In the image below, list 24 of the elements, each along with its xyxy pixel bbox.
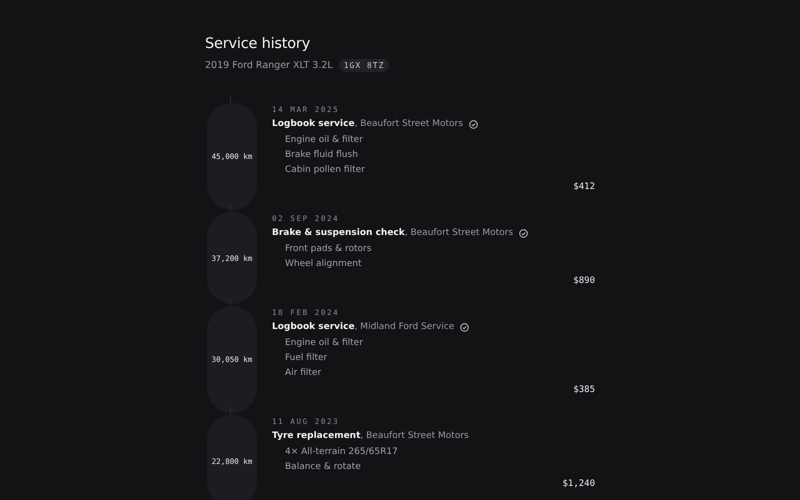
service-title: Brake & suspension check, Beaufort Street Motors	[272, 228, 514, 238]
service-item: 4× All-terrain 265/65R17	[285, 447, 399, 458]
service-item: Air filter	[285, 368, 322, 379]
service-item: Engine oil & filter	[285, 338, 364, 349]
service-item: Wheel alignment	[285, 259, 363, 270]
check-circle-icon	[460, 322, 470, 332]
service-item: Balance & rotate	[285, 462, 362, 473]
service-item: Front pads & rotors	[285, 244, 372, 255]
vehicle-name: 2019 Ford Ranger XLT 3.2L	[205, 60, 333, 71]
page-title: Service history	[205, 36, 312, 52]
service-cost: $1,240	[562, 479, 595, 489]
plate-badge: 1GX 8TZ	[338, 59, 390, 72]
service-cost: $890	[573, 276, 595, 286]
service-title: Tyre replacement, Beaufort Street Motors	[272, 431, 469, 441]
service-cost: $385	[573, 385, 595, 395]
service-item: Cabin pollen filter	[285, 165, 366, 176]
check-circle-icon	[468, 120, 478, 128]
service-cost: $412	[573, 182, 595, 192]
service-title: Logbook service, Beaufort Street Motors	[272, 119, 463, 129]
service-title: Logbook service, Midland Ford Service	[272, 322, 454, 332]
service-item: Fuel filter	[285, 353, 328, 364]
service-item: Engine oil & filter	[285, 135, 364, 146]
service-item: Brake fluid flush	[285, 150, 359, 161]
check-circle-icon	[519, 228, 528, 238]
